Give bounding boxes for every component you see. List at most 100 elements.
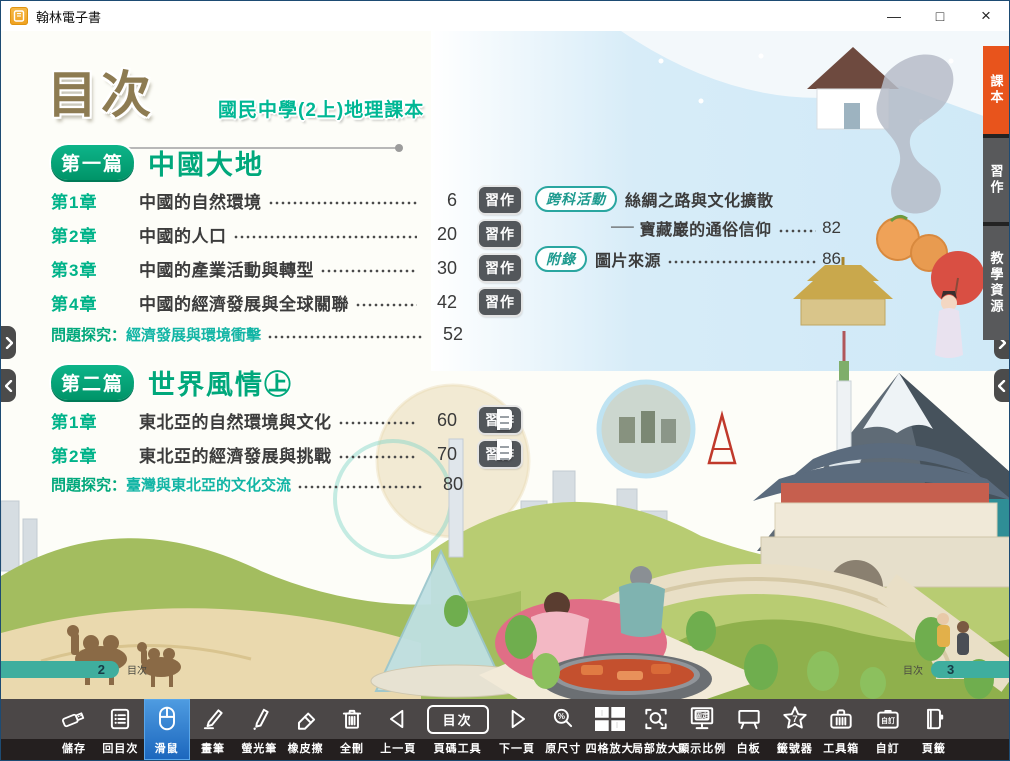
section-1-inquiry[interactable]: 問題探究： 經濟發展與環境衝擊 52	[51, 321, 463, 347]
tab-teaching-resources[interactable]: 教學資源	[983, 222, 1009, 340]
left-page-label: 目次	[127, 662, 147, 677]
page-number-tool-button[interactable]: 目次 頁碼工具	[422, 699, 494, 760]
section-1-title: 中國大地	[148, 143, 264, 182]
right-edge-prev-button[interactable]	[994, 369, 1009, 402]
section-1-header: 第一篇 中國大地	[51, 143, 264, 182]
workbook-badge[interactable]: 習作	[479, 187, 521, 213]
cross-activity-subtitle: 寶藏巖的通俗信仰	[640, 216, 772, 240]
four-grid-icon	[593, 699, 627, 739]
save-button[interactable]: 儲存	[51, 699, 97, 760]
prev-page-icon	[385, 699, 411, 739]
right-page-label: 目次	[903, 662, 923, 677]
page-number-button: 目次	[427, 699, 489, 739]
section-2-inquiry[interactable]: 問題探究： 臺灣與東北亞的文化交流 80	[51, 471, 463, 497]
maximize-button[interactable]: □	[917, 1, 963, 31]
toc-row[interactable]: 第1章 中國的自然環境 6 習作	[51, 183, 521, 217]
spine-note-icon[interactable]	[497, 439, 512, 460]
area-zoom-button[interactable]: 局部放大	[633, 699, 679, 760]
highlighter-tool-button[interactable]: 螢光筆	[236, 699, 282, 760]
dot-leader	[297, 479, 423, 493]
window-title: 翰林電子書	[36, 7, 101, 26]
dot-leader	[233, 229, 418, 243]
whiteboard-button[interactable]: 白板	[726, 699, 772, 760]
number-picker-button[interactable]: 7 籤號器	[772, 699, 818, 760]
toolbox-button[interactable]: 工具箱	[818, 699, 864, 760]
eraser-tool-button[interactable]: 橡皮擦	[283, 699, 329, 760]
dot-leader	[338, 449, 418, 463]
appendix-title: 圖片來源	[595, 247, 661, 271]
dot-leader	[778, 223, 816, 237]
area-zoom-icon	[642, 699, 670, 739]
back-to-toc-button[interactable]: 回目次	[97, 699, 143, 760]
cross-activity-subrow[interactable]: ── 寶藏巖的通俗信仰 82	[611, 216, 841, 240]
pen-tool-button[interactable]: 畫筆	[190, 699, 236, 760]
section-2-chapter-list: 第1章 東北亞的自然環境與文化 60 習作 第2章 東北亞的經濟發展與挑戰 70…	[51, 403, 521, 471]
trash-icon	[339, 699, 365, 739]
left-edge-prev-button[interactable]	[1, 369, 16, 402]
toc-row[interactable]: 第2章 東北亞的經濟發展與挑戰 70 習作	[51, 437, 521, 471]
minimize-button[interactable]: —	[871, 1, 917, 31]
next-page-icon	[504, 699, 530, 739]
workbook-badge[interactable]: 習作	[479, 289, 521, 315]
display-scale-button[interactable]: 固定 顯示比例	[679, 699, 725, 760]
chapter-num: 第1章	[51, 408, 111, 433]
spine-note-icon[interactable]	[497, 409, 512, 430]
section-1-chapter-list: 第1章 中國的自然環境 6 習作 第2章 中國的人口 20 習作 第3章 中國的…	[51, 183, 521, 319]
chapter-num: 第4章	[51, 290, 111, 315]
dot-leader	[320, 263, 417, 277]
chapter-title: 中國的產業活動與轉型	[139, 256, 314, 281]
four-grid-zoom-button[interactable]: 四格放大	[587, 699, 633, 760]
inquiry-title: 經濟發展與環境衝擊	[126, 324, 261, 345]
chapter-page: 30	[423, 258, 457, 279]
prev-page-button[interactable]: 上一頁	[375, 699, 421, 760]
tab-textbook[interactable]: 課本	[983, 46, 1009, 134]
close-button[interactable]: ×	[963, 1, 1009, 31]
svg-text:固定: 固定	[696, 711, 709, 720]
page-subtitle: 國民中學(2上)地理課本	[218, 95, 424, 122]
chapter-num: 第1章	[51, 188, 111, 213]
appendix-row[interactable]: 附錄 圖片來源 86	[535, 246, 841, 272]
customize-button[interactable]: 自訂 自訂	[865, 699, 911, 760]
bookmark-page-icon	[921, 699, 947, 739]
chapter-num: 第2章	[51, 442, 111, 467]
mouse-icon	[154, 699, 180, 739]
eraser-icon	[293, 699, 319, 739]
mouse-tool-button[interactable]: 滑鼠	[144, 699, 190, 760]
cross-activity-badge: 跨科活動	[535, 186, 617, 212]
appendix-badge: 附錄	[535, 246, 587, 272]
svg-text:自訂: 自訂	[881, 716, 895, 725]
app-window: 翰林電子書 — □ ×	[0, 0, 1010, 761]
next-page-button[interactable]: 下一頁	[494, 699, 540, 760]
toc-row[interactable]: 第4章 中國的經濟發展與全球關聯 42 習作	[51, 285, 521, 319]
inquiry-title: 臺灣與東北亞的文化交流	[126, 474, 291, 495]
workbook-badge[interactable]: 習作	[479, 255, 521, 281]
left-edge-next-button[interactable]	[1, 326, 16, 359]
delete-all-button[interactable]: 全刪	[329, 699, 375, 760]
inquiry-label: 問題探究：	[51, 324, 126, 345]
toc-row[interactable]: 第3章 中國的產業活動與轉型 30 習作	[51, 251, 521, 285]
titlebar: 翰林電子書 — □ ×	[1, 1, 1009, 31]
page-tabs-button[interactable]: 頁籤	[911, 699, 957, 760]
cross-activity-row[interactable]: 跨科活動 絲綢之路與文化擴散	[535, 186, 841, 212]
chapter-num: 第2章	[51, 222, 111, 247]
right-page-footer: 目次 3	[895, 661, 1009, 678]
chapter-title: 東北亞的經濟發展與挑戰	[139, 442, 332, 467]
toc-row[interactable]: 第1章 東北亞的自然環境與文化 60 習作	[51, 403, 521, 437]
section-2-badge: 第二篇	[51, 365, 134, 400]
highlighter-icon	[246, 699, 272, 739]
dot-leader	[667, 254, 816, 268]
inquiry-page: 52	[429, 324, 463, 345]
original-size-button[interactable]: % 原尺寸	[540, 699, 586, 760]
toc-row[interactable]: 第2章 中國的人口 20 習作	[51, 217, 521, 251]
monitor-fixed-icon: 固定	[688, 699, 716, 739]
chapter-page: 60	[423, 410, 457, 431]
svg-text:%: %	[558, 712, 565, 721]
tab-workbook[interactable]: 習作	[983, 134, 1009, 222]
inquiry-label: 問題探究：	[51, 474, 126, 495]
workbook-badge[interactable]: 習作	[479, 221, 521, 247]
svg-text:7: 7	[792, 714, 797, 725]
section-1-badge: 第一篇	[51, 145, 134, 180]
custom-box-icon: 自訂	[874, 699, 902, 739]
whiteboard-icon	[735, 699, 763, 739]
chapter-num: 第3章	[51, 256, 111, 281]
